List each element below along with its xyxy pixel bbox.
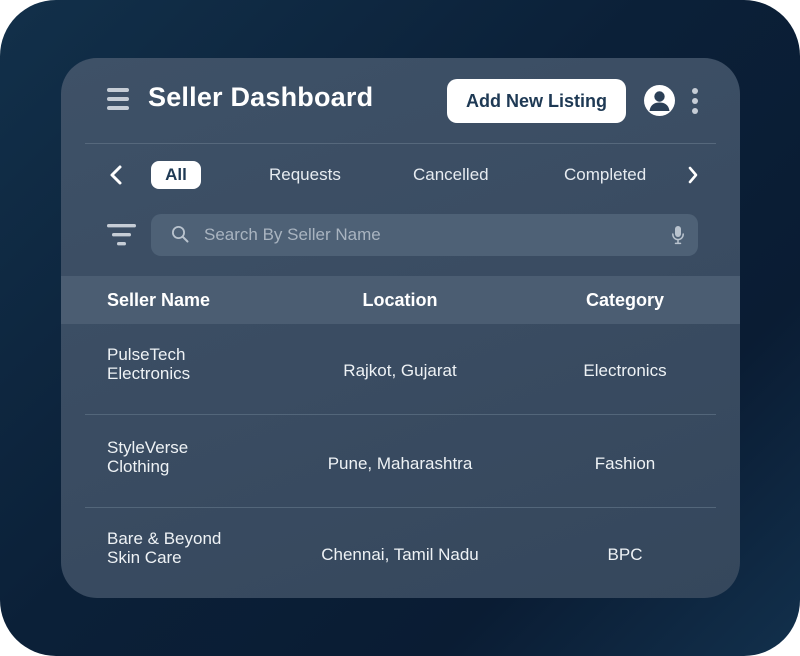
chevron-left-icon[interactable] <box>107 164 127 186</box>
table-header: Seller Name Location Category <box>61 276 740 324</box>
hamburger-menu-icon[interactable] <box>107 88 129 110</box>
add-new-listing-button[interactable]: Add New Listing <box>447 79 626 123</box>
dashboard-card: Seller Dashboard Add New Listing All Req… <box>61 58 740 598</box>
tab-requests[interactable]: Requests <box>269 161 341 189</box>
filter-tabs: All Requests Cancelled Completed <box>61 158 740 192</box>
seller-name-line: PulseTech <box>107 345 186 364</box>
table-row[interactable]: PulseTech Electronics Rajkot, Gujarat El… <box>61 324 740 417</box>
user-avatar-icon[interactable] <box>644 85 675 116</box>
category-cell: Fashion <box>594 454 656 473</box>
column-header-location[interactable]: Location <box>291 276 509 324</box>
seller-name-line: Bare & Beyond <box>107 529 222 548</box>
search-bar <box>151 214 698 256</box>
seller-name-cell: Bare & Beyond Skin Care <box>107 529 277 567</box>
seller-name-line: Electronics <box>107 364 191 383</box>
category-cell: BPC <box>607 545 643 564</box>
kebab-more-icon[interactable] <box>691 88 699 114</box>
seller-name-cell: StyleVerse Clothing <box>107 438 277 476</box>
column-header-category[interactable]: Category <box>537 276 713 324</box>
seller-name-line: Clothing <box>107 457 170 476</box>
seller-name-line: Skin Care <box>107 548 182 567</box>
category-cell: Electronics <box>583 361 667 380</box>
header-divider <box>85 143 716 144</box>
row-divider <box>85 414 716 415</box>
app-background: Seller Dashboard Add New Listing All Req… <box>0 0 800 656</box>
search-icon <box>171 225 189 243</box>
tab-cancelled[interactable]: Cancelled <box>413 161 489 189</box>
seller-name-line: StyleVerse <box>107 438 189 457</box>
chevron-right-icon[interactable] <box>683 164 703 186</box>
microphone-icon[interactable] <box>671 225 685 245</box>
location-cell: Chennai, Tamil Nadu <box>321 545 479 564</box>
location-cell: Pune, Maharashtra <box>327 454 473 473</box>
search-input[interactable] <box>204 214 664 256</box>
table-row[interactable]: StyleVerse Clothing Pune, Maharashtra Fa… <box>61 417 740 510</box>
column-header-seller-name[interactable]: Seller Name <box>107 276 210 324</box>
table-row[interactable]: Bare & Beyond Skin Care Chennai, Tamil N… <box>61 508 740 598</box>
tab-completed[interactable]: Completed <box>564 161 646 189</box>
page-title: Seller Dashboard <box>148 82 374 112</box>
location-cell: Rajkot, Gujarat <box>343 361 457 380</box>
header: Seller Dashboard Add New Listing <box>61 58 740 144</box>
filter-icon[interactable] <box>107 224 136 246</box>
tab-all[interactable]: All <box>151 161 201 189</box>
seller-name-cell: PulseTech Electronics <box>107 345 277 383</box>
